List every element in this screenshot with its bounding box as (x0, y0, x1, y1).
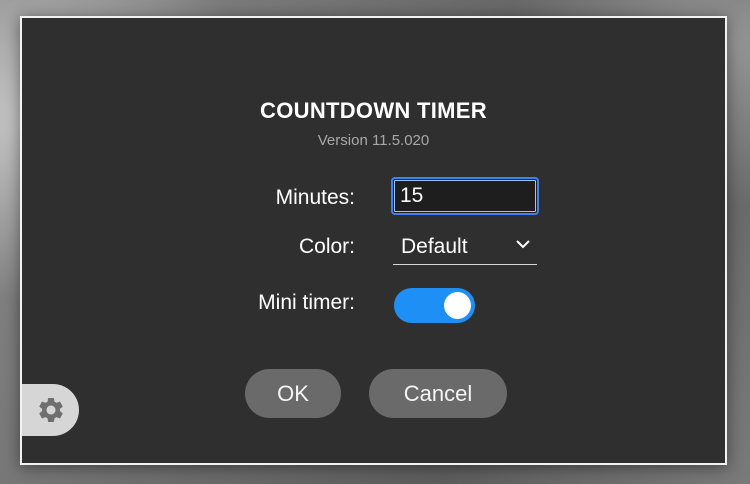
mini-timer-toggle[interactable] (394, 288, 475, 323)
color-select[interactable]: Default (393, 229, 537, 265)
toggle-knob (444, 292, 471, 319)
color-select-value: Default (401, 235, 468, 258)
minutes-label: Minutes: (275, 186, 355, 209)
countdown-timer-dialog: COUNTDOWN TIMER Version 11.5.020 Minutes… (20, 16, 727, 465)
minutes-input[interactable] (391, 177, 539, 215)
color-label: Color: (298, 235, 355, 258)
cancel-button[interactable]: Cancel (369, 369, 507, 418)
ok-button[interactable]: OK (245, 369, 341, 418)
chevron-down-icon (516, 240, 530, 249)
settings-button[interactable] (22, 384, 79, 436)
gear-icon (38, 398, 63, 422)
mini-timer-label: Mini timer: (258, 291, 355, 314)
version-text: Version 11.5.020 (317, 132, 430, 149)
dialog-title: COUNTDOWN TIMER (260, 98, 487, 123)
